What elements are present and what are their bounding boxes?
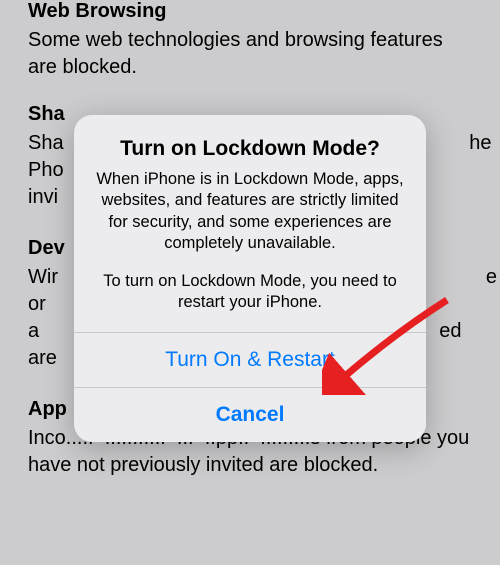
dialog-message-1: When iPhone is in Lockdown Mode, apps, w… [96, 169, 404, 255]
turn-on-restart-button[interactable]: Turn On & Restart [74, 333, 426, 387]
dialog-overlay: Turn on Lockdown Mode? When iPhone is in… [0, 0, 500, 565]
lockdown-mode-dialog: Turn on Lockdown Mode? When iPhone is in… [74, 115, 426, 442]
dialog-message-2: To turn on Lockdown Mode, you need to re… [96, 271, 404, 314]
dialog-title: Turn on Lockdown Mode? [96, 137, 404, 161]
dialog-buttons: Turn On & Restart Cancel [74, 332, 426, 442]
cancel-button[interactable]: Cancel [74, 387, 426, 442]
dialog-content: Turn on Lockdown Mode? When iPhone is in… [74, 115, 426, 332]
